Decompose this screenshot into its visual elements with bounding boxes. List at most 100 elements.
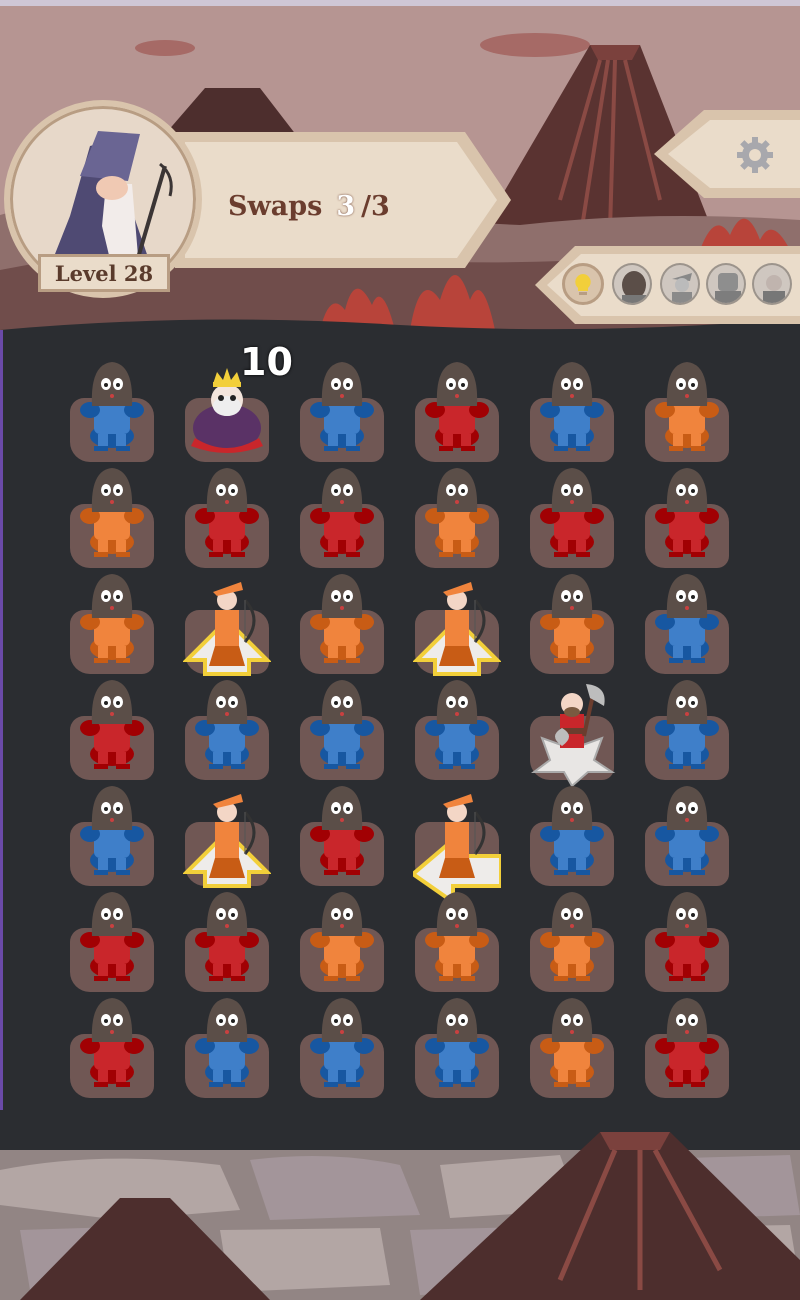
- blue-soldier-piece[interactable]: [643, 676, 731, 780]
- archer-piece-up-art: [413, 582, 501, 676]
- blue-soldier-piece[interactable]: [528, 358, 616, 462]
- red-soldier-piece-art: [655, 892, 719, 981]
- orange-soldier-piece[interactable]: [298, 888, 386, 992]
- archer-piece-left[interactable]: [413, 782, 501, 902]
- blue-soldier-piece[interactable]: [183, 676, 271, 780]
- lightbulb-icon: [575, 274, 591, 295]
- red-soldier-piece-art: [310, 786, 374, 875]
- red-soldier-piece[interactable]: [643, 888, 731, 992]
- archer-piece-up[interactable]: [413, 570, 501, 676]
- orange-soldier-piece-art: [80, 574, 144, 663]
- archer-piece-up[interactable]: [183, 570, 271, 676]
- red-soldier-piece-art: [80, 998, 144, 1087]
- blue-soldier-piece-art: [310, 680, 374, 769]
- red-soldier-piece[interactable]: [643, 464, 731, 568]
- blue-soldier-piece-art: [540, 786, 604, 875]
- rocky-ground: [0, 1132, 800, 1300]
- score-popup: 10: [240, 340, 293, 384]
- swaps-count: 3 /3: [336, 191, 389, 222]
- blue-soldier-piece[interactable]: [528, 782, 616, 886]
- red-soldier-piece[interactable]: [183, 888, 271, 992]
- blue-soldier-piece[interactable]: [298, 358, 386, 462]
- orange-soldier-piece-art: [540, 892, 604, 981]
- orange-soldier-piece-art: [80, 468, 144, 557]
- blue-soldier-piece[interactable]: [298, 994, 386, 1098]
- knight-enemy-icon: [706, 263, 746, 305]
- red-soldier-piece[interactable]: [68, 888, 156, 992]
- red-soldier-piece[interactable]: [68, 676, 156, 780]
- red-soldier-piece[interactable]: [68, 994, 156, 1098]
- left-edge-accent: [0, 330, 3, 1110]
- orange-soldier-piece[interactable]: [68, 570, 156, 674]
- orange-soldier-piece[interactable]: [298, 570, 386, 674]
- red-soldier-piece[interactable]: [183, 464, 271, 568]
- orange-soldier-piece-art: [310, 574, 374, 663]
- blue-soldier-piece[interactable]: [68, 782, 156, 886]
- orange-soldier-piece[interactable]: [643, 358, 731, 462]
- gear-icon: [737, 137, 773, 173]
- blue-soldier-piece-art: [195, 998, 259, 1087]
- blue-soldier-piece-art: [655, 574, 719, 663]
- orange-soldier-piece[interactable]: [413, 464, 501, 568]
- dwarf-enemy-icon: [612, 263, 652, 305]
- blue-soldier-piece[interactable]: [413, 994, 501, 1098]
- red-soldier-piece[interactable]: [298, 464, 386, 568]
- red-soldier-piece-art: [655, 998, 719, 1087]
- red-soldier-piece[interactable]: [528, 464, 616, 568]
- axeman-piece[interactable]: [528, 676, 616, 788]
- blue-soldier-piece-art: [80, 362, 144, 451]
- orange-soldier-piece[interactable]: [413, 888, 501, 992]
- red-soldier-piece-art: [195, 468, 259, 557]
- orange-soldier-piece-art: [425, 468, 489, 557]
- game-board: [68, 358, 732, 1098]
- red-soldier-piece-art: [80, 680, 144, 769]
- swaps-label: Swaps: [228, 190, 323, 222]
- swaps-counter: Swaps 3 /3: [228, 184, 390, 228]
- red-soldier-piece-art: [655, 468, 719, 557]
- orange-soldier-piece-art: [655, 362, 719, 451]
- blue-soldier-piece-art: [655, 786, 719, 875]
- hint-button[interactable]: [562, 263, 604, 305]
- red-soldier-piece[interactable]: [413, 358, 501, 462]
- game-stage: Swaps 3 /3 Level 28 10: [0, 0, 800, 1300]
- blue-soldier-piece-art: [310, 362, 374, 451]
- archer-piece-left-art: [413, 794, 501, 902]
- blue-soldier-piece[interactable]: [298, 676, 386, 780]
- orange-soldier-piece[interactable]: [528, 570, 616, 674]
- settings-button[interactable]: [733, 133, 777, 177]
- settings-banner: [654, 110, 800, 198]
- blue-soldier-piece[interactable]: [643, 570, 731, 674]
- orange-soldier-piece-art: [540, 998, 604, 1087]
- archer-piece-up-art: [183, 794, 271, 888]
- blue-soldier-piece[interactable]: [413, 676, 501, 780]
- red-soldier-piece-art: [195, 892, 259, 981]
- red-soldier-piece-art: [425, 362, 489, 451]
- red-soldier-piece[interactable]: [298, 782, 386, 886]
- orange-soldier-piece-art: [310, 892, 374, 981]
- blue-soldier-piece-art: [655, 680, 719, 769]
- swaps-total: /3: [361, 190, 390, 222]
- orange-soldier-piece[interactable]: [528, 888, 616, 992]
- orange-soldier-piece[interactable]: [528, 994, 616, 1098]
- blue-soldier-piece-art: [310, 998, 374, 1087]
- red-soldier-piece-art: [80, 892, 144, 981]
- swaps-current: 3: [336, 190, 356, 222]
- blue-soldier-piece[interactable]: [643, 782, 731, 886]
- blue-soldier-piece-art: [540, 362, 604, 451]
- archer-piece-up-art: [183, 582, 271, 676]
- ranger-enemy-icon: [660, 263, 700, 305]
- blue-soldier-piece-art: [425, 998, 489, 1087]
- archer-piece-up[interactable]: [183, 782, 271, 888]
- orange-soldier-piece-art: [540, 574, 604, 663]
- axeman-piece-art: [531, 684, 616, 788]
- red-soldier-piece[interactable]: [643, 994, 731, 1098]
- blue-soldier-piece[interactable]: [183, 994, 271, 1098]
- level-plate: Level 28: [38, 254, 170, 292]
- barbarian-enemy-icon: [752, 263, 792, 305]
- blue-soldier-piece[interactable]: [68, 358, 156, 462]
- red-soldier-piece-art: [540, 468, 604, 557]
- orange-soldier-piece[interactable]: [68, 464, 156, 568]
- blue-soldier-piece-art: [425, 680, 489, 769]
- orange-soldier-piece-art: [425, 892, 489, 981]
- red-soldier-piece-art: [310, 468, 374, 557]
